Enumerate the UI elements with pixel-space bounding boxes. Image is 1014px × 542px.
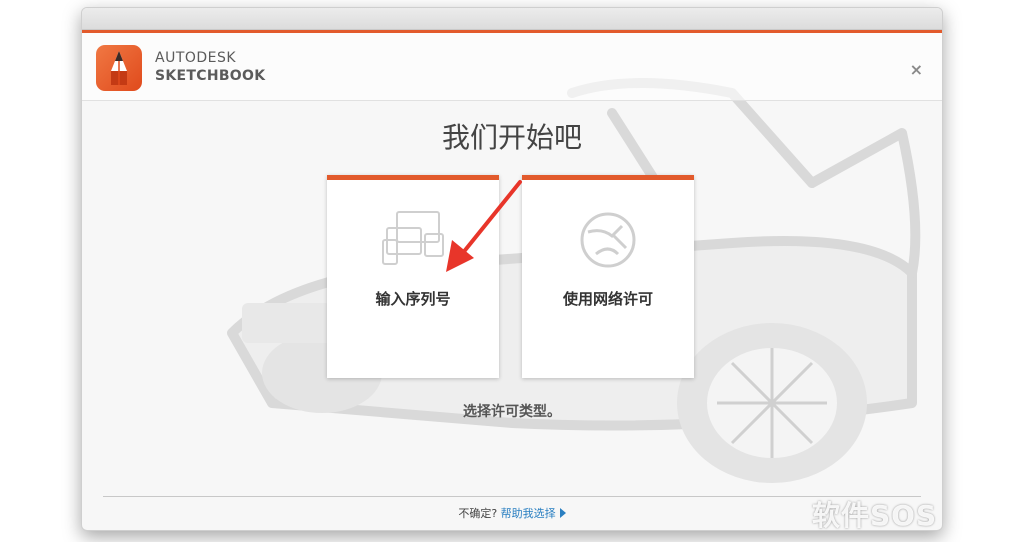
close-icon[interactable]: ×	[910, 60, 923, 79]
enter-serial-number-option[interactable]: 输入序列号	[327, 175, 499, 378]
watermark-text: 软件SOS	[812, 499, 938, 532]
brand-sketchbook-text: SKETCHBOOK	[155, 68, 266, 84]
not-sure-text: 不确定?	[458, 507, 498, 520]
license-dialog-window: AUTODESK SKETCHBOOK × 我们开始吧 输入序列号 使用网络许可…	[81, 7, 943, 531]
network-license-label: 使用网络许可	[562, 290, 653, 308]
brand-autodesk-text: AUTODESK	[155, 50, 237, 66]
network-license-option[interactable]: 使用网络许可	[522, 175, 694, 378]
footer-divider	[103, 496, 921, 497]
sketchbook-logo-icon	[96, 45, 142, 91]
devices-icon	[382, 211, 444, 265]
play-arrow-icon[interactable]	[559, 508, 566, 518]
globe-icon	[580, 212, 636, 268]
select-license-hint: 选择许可类型。	[463, 404, 561, 420]
help-me-choose-link[interactable]: 帮助我选择	[501, 507, 556, 520]
page-title: 我们开始吧	[441, 121, 582, 154]
enter-serial-number-label: 输入序列号	[375, 290, 451, 308]
dialog-header: AUTODESK SKETCHBOOK ×	[82, 33, 942, 101]
window-titlebar[interactable]	[82, 8, 942, 30]
